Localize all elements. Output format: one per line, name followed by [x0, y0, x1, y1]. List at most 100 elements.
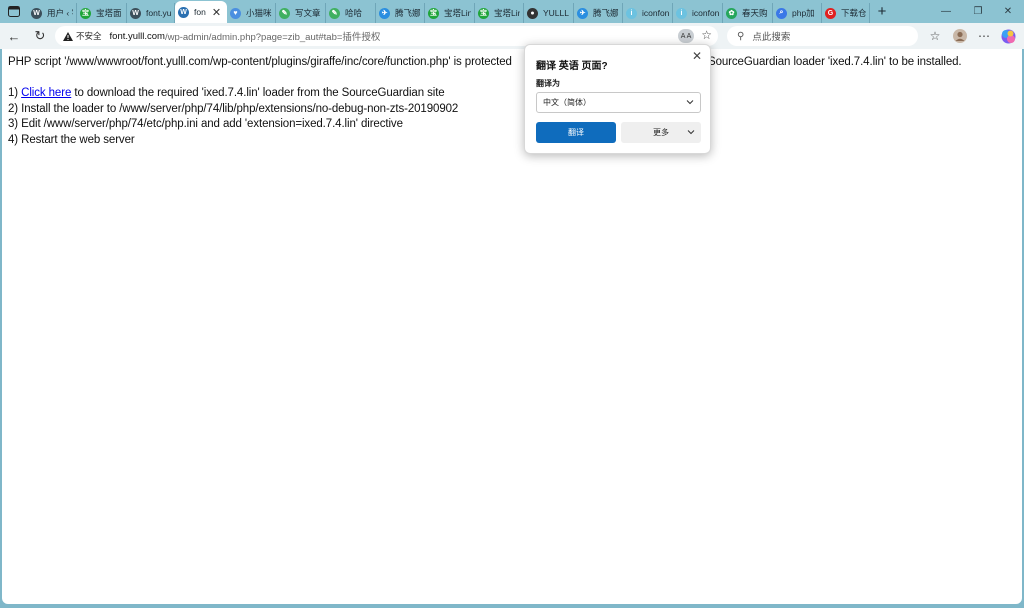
security-indicator[interactable]: 不安全: [59, 30, 106, 42]
browser-tab[interactable]: W 用户 ‹ 字: [28, 3, 77, 23]
step-3: 3) Edit /www/server/php/74/etc/php.ini a…: [8, 118, 403, 130]
browser-tab[interactable]: ✿ 春天购: [723, 3, 773, 23]
baota-icon: 宝: [80, 7, 91, 19]
translate-popup: 翻译 英语 页面? ✕ 翻译为 中文（简体） 翻译 更多: [524, 44, 711, 154]
browser-tab[interactable]: Wfont.yu: [127, 3, 175, 23]
target-language-select[interactable]: 中文（简体）: [536, 92, 701, 113]
step1-prefix: 1): [8, 87, 22, 99]
spring-icon: ✿: [726, 7, 737, 19]
browser-tab[interactable]: G 下载仓: [822, 3, 870, 23]
search-placeholder: 点此搜索: [752, 32, 791, 43]
browser-tab[interactable]: ✈ 腾飞娜: [376, 3, 425, 23]
favorite-star-icon[interactable]: ☆: [701, 28, 712, 42]
search-icon: ⚲: [737, 30, 745, 42]
address-bar[interactable]: 不安全 font.yulll.com/wp-admin/admin.php?pa…: [55, 26, 718, 46]
minimize-button[interactable]: —: [930, 0, 962, 23]
browser-tab[interactable]: i iconfon: [623, 3, 673, 23]
refresh-icon: ↻: [34, 28, 46, 43]
translate-target-label: 翻译为: [536, 79, 560, 88]
more-menu-icon[interactable]: ⋯: [975, 27, 993, 45]
browser-tab[interactable]: ✎ 哈哈: [326, 3, 376, 23]
tab-label: 写文章: [295, 8, 321, 18]
heart-icon: ♥: [230, 7, 241, 19]
browser-tab[interactable]: Wfon ✕: [175, 1, 227, 23]
tab-label: 春天购: [742, 8, 768, 18]
tab-label: iconfon: [692, 8, 719, 18]
target-language-value: 中文（简体）: [543, 98, 591, 107]
bird-icon: ✈: [379, 7, 390, 19]
tab-label: 宝塔Lin: [494, 8, 520, 18]
tab-label: fon: [194, 7, 206, 17]
step-2: 2) Install the loader to /www/server/php…: [8, 103, 459, 115]
new-tab-button[interactable]: +: [870, 3, 894, 20]
tab-label: 下载仓: [841, 8, 866, 18]
iconfont-icon: i: [676, 7, 687, 19]
bird-icon: ✈: [577, 7, 588, 19]
tab-label: php加: [792, 8, 815, 18]
error-text-2: SourceGuardian loader 'ixed.7.4.lin' to …: [708, 56, 962, 68]
tab-actions-button[interactable]: [0, 0, 28, 23]
github-icon: ●: [527, 7, 538, 19]
browser-tab[interactable]: ✎ 写文章: [276, 3, 326, 23]
translate-button[interactable]: 翻译: [536, 122, 616, 143]
copilot-logo-icon: [1001, 29, 1015, 43]
iconfont-icon: i: [626, 7, 637, 19]
tab-label: 宝塔Lin: [444, 8, 471, 18]
arrow-left-icon: ←: [7, 28, 21, 44]
translate-title: 翻译 英语 页面?: [536, 61, 608, 72]
browser-tab[interactable]: i iconfon: [673, 3, 723, 23]
search-box[interactable]: ⚲ 点此搜索: [727, 26, 918, 46]
url-domain: font.yulll.com: [109, 30, 165, 42]
wordpress-icon: W: [178, 6, 189, 18]
tab-label: 腾飞娜: [395, 8, 421, 18]
more-options-label: 更多: [653, 128, 669, 137]
close-window-button[interactable]: ✕: [992, 0, 1024, 23]
download-loader-link[interactable]: Click here: [21, 87, 71, 99]
restore-button[interactable]: ❐: [962, 0, 994, 23]
browser-tab[interactable]: ♥ 小猫咪: [227, 3, 276, 23]
tab-label: font.yu: [146, 8, 171, 18]
doc-icon: ✎: [279, 7, 290, 19]
copilot-icon[interactable]: [999, 27, 1017, 45]
reader-badge-label: A A: [680, 32, 692, 40]
more-options-button[interactable]: 更多: [621, 122, 701, 143]
wordpress-icon: W: [31, 7, 42, 19]
browser-tab[interactable]: 宝宝塔面: [77, 3, 127, 23]
refresh-button[interactable]: ↻: [30, 26, 50, 46]
avatar-icon: [953, 29, 967, 43]
warning-icon: [63, 31, 73, 41]
error-text-1: PHP script '/www/wwwroot/font.yulll.com/…: [8, 56, 512, 68]
chevron-down-icon: [687, 130, 695, 135]
tab-label: 宝塔面: [96, 8, 122, 18]
tab-strip: W用户 ‹ 字宝宝塔面Wfont.yuWfon✕♥小猫咪✎写文章✎哈哈✈腾飞娜宝…: [0, 0, 1024, 23]
back-button[interactable]: ←: [4, 26, 24, 46]
chevron-down-icon: [686, 100, 694, 105]
baota-icon: 宝: [478, 7, 489, 19]
browser-tab[interactable]: ⌕ php加: [773, 3, 822, 23]
download-site-icon: G: [825, 7, 836, 19]
error-message-line-end: SourceGuardian loader 'ixed.7.4.lin' to …: [708, 56, 962, 68]
close-icon[interactable]: ✕: [692, 49, 702, 63]
step-1: 1) Click here to download the required '…: [8, 87, 445, 99]
browser-tab[interactable]: ✈ 腾飞娜: [574, 3, 623, 23]
url-path: /wp-admin/admin.php?page=zib_aut#tab=插件授…: [164, 32, 381, 43]
baota-icon: 宝: [428, 7, 439, 19]
wordpress-icon: W: [130, 7, 141, 19]
read-aloud-button[interactable]: A A: [678, 29, 694, 43]
browser-tab[interactable]: ● YULLL·: [524, 3, 574, 23]
browser-tab[interactable]: 宝宝塔Lin: [425, 3, 475, 23]
browser-toolbar: ← ↻ 不安全 font.yulll.com/wp-admin/admin.ph…: [0, 23, 1024, 49]
favorites-icon[interactable]: ☆: [926, 27, 944, 45]
tab-label: YULLL·: [543, 8, 570, 18]
profile-avatar[interactable]: [951, 27, 969, 45]
tab-label: 小猫咪: [246, 8, 272, 18]
close-tab-icon[interactable]: ✕: [212, 6, 221, 19]
tab-label: 哈哈: [345, 8, 363, 18]
step-4: 4) Restart the web server: [8, 134, 135, 146]
error-message-line: PHP script '/www/wwwroot/font.yulll.com/…: [8, 56, 512, 68]
browser-tab[interactable]: 宝宝塔Lin: [475, 3, 524, 23]
security-label: 不安全: [76, 31, 102, 41]
tab-label: 腾飞娜: [593, 8, 619, 18]
page-content: PHP script '/www/wwwroot/font.yulll.com/…: [2, 49, 1022, 604]
search-icon: ⌕: [776, 7, 787, 19]
